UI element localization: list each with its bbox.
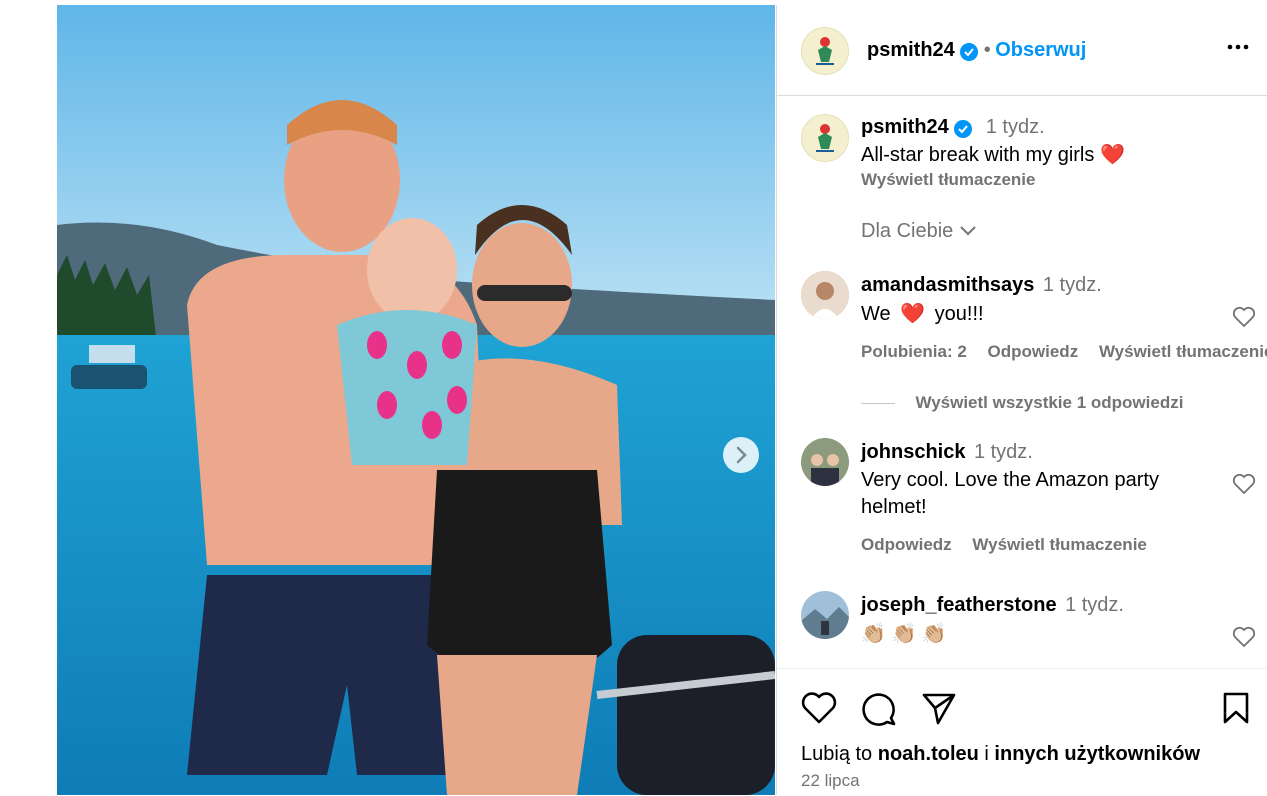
view-replies[interactable]: Wyświetl wszystkie 1 odpowiedzi: [861, 393, 1183, 413]
caption-username[interactable]: psmith24: [861, 116, 949, 138]
comment-text: Very cool. Love the Amazon party helmet!: [861, 469, 1159, 518]
reply-button[interactable]: Odpowiedz: [988, 342, 1079, 361]
replies-line: [861, 403, 895, 405]
commenter-avatar[interactable]: [801, 271, 849, 319]
caption-text: All-star break with my girls: [861, 144, 1095, 166]
comments-list[interactable]: psmith24 1 tydz. All-star break with my …: [777, 96, 1267, 668]
comment-icon[interactable]: [861, 691, 897, 727]
verified-badge-icon: [960, 42, 979, 61]
post-date[interactable]: 22 lipca: [801, 771, 860, 791]
likes-summary: Lubią to noah.toleu i innych użytkownikó…: [801, 743, 1200, 766]
team-logo-icon: [816, 37, 834, 65]
comment-text: 👏🏼 👏🏼 👏🏼: [861, 623, 947, 645]
author-username[interactable]: psmith24: [867, 39, 955, 61]
comment-time[interactable]: 1 tydz.: [1065, 594, 1124, 616]
separator-dot: •: [983, 39, 991, 61]
like-comment-heart-icon[interactable]: [1232, 473, 1256, 495]
caption-translate[interactable]: Wyświetl tłumaczenie: [861, 170, 1035, 190]
avatar-photo: [801, 438, 849, 486]
comment-time[interactable]: 1 tydz.: [974, 441, 1033, 463]
caption-avatar[interactable]: [801, 114, 849, 162]
author-avatar[interactable]: [801, 27, 849, 75]
sort-label: Dla Ciebie: [861, 220, 954, 242]
heart-emoji: ❤️: [900, 303, 926, 325]
chevron-down-icon: [960, 226, 976, 236]
commenter-avatar[interactable]: [801, 591, 849, 639]
heart-emoji: ❤️: [1099, 144, 1125, 166]
comment-time[interactable]: 1 tydz.: [1043, 274, 1102, 296]
share-icon[interactable]: [921, 691, 957, 725]
commenter-avatar[interactable]: [801, 438, 849, 486]
team-logo-icon: [816, 124, 834, 152]
caption-time[interactable]: 1 tydz.: [986, 116, 1045, 138]
chevron-right-icon: [736, 446, 747, 464]
comment-text: We ❤️ you!!!: [861, 301, 984, 328]
likes-conj: i: [984, 743, 989, 765]
comment-username[interactable]: joseph_featherstone: [861, 594, 1057, 616]
like-comment-heart-icon[interactable]: [1232, 306, 1256, 328]
view-replies-label: Wyświetl wszystkie 1 odpowiedzi: [915, 393, 1184, 412]
liker-username[interactable]: noah.toleu: [878, 743, 979, 765]
sort-dropdown[interactable]: Dla Ciebie: [861, 220, 977, 243]
next-photo-button[interactable]: [723, 437, 759, 473]
more-options-icon[interactable]: [1226, 35, 1250, 59]
bookmark-icon[interactable]: [1221, 691, 1251, 725]
post-actions: Lubią to noah.toleu i innych użytkownikó…: [777, 668, 1267, 796]
like-comment-heart-icon[interactable]: [1232, 626, 1256, 648]
post-photo[interactable]: [57, 5, 775, 795]
comment-username[interactable]: johnschick: [861, 441, 965, 463]
verified-badge-icon: [954, 119, 973, 138]
caption-text-row: All-star break with my girls ❤️: [861, 142, 1125, 169]
post-image: [57, 5, 775, 795]
translate-button[interactable]: Wyświetl tłumaczenie: [1099, 342, 1267, 361]
reply-button[interactable]: Odpowiedz: [861, 535, 952, 554]
post-header: psmith24 • Obserwuj: [777, 5, 1267, 96]
likes-prefix: Lubią to: [801, 743, 873, 765]
comment-text-part: you!!!: [934, 303, 984, 325]
avatar-photo: [801, 271, 849, 319]
comment-username[interactable]: amandasmithsays: [861, 274, 1034, 296]
post-side-panel: psmith24 • Obserwuj psmith24 1 tydz. All…: [776, 5, 1267, 795]
comment-text-part: We: [861, 303, 891, 325]
follow-button[interactable]: Obserwuj: [995, 39, 1086, 61]
avatar-photo: [801, 591, 849, 639]
likes-others-link[interactable]: innych użytkowników: [994, 743, 1200, 765]
comment-likes[interactable]: Polubienia: 2: [861, 342, 967, 361]
heart-icon[interactable]: [801, 691, 837, 725]
translate-button[interactable]: Wyświetl tłumaczenie: [972, 535, 1146, 554]
